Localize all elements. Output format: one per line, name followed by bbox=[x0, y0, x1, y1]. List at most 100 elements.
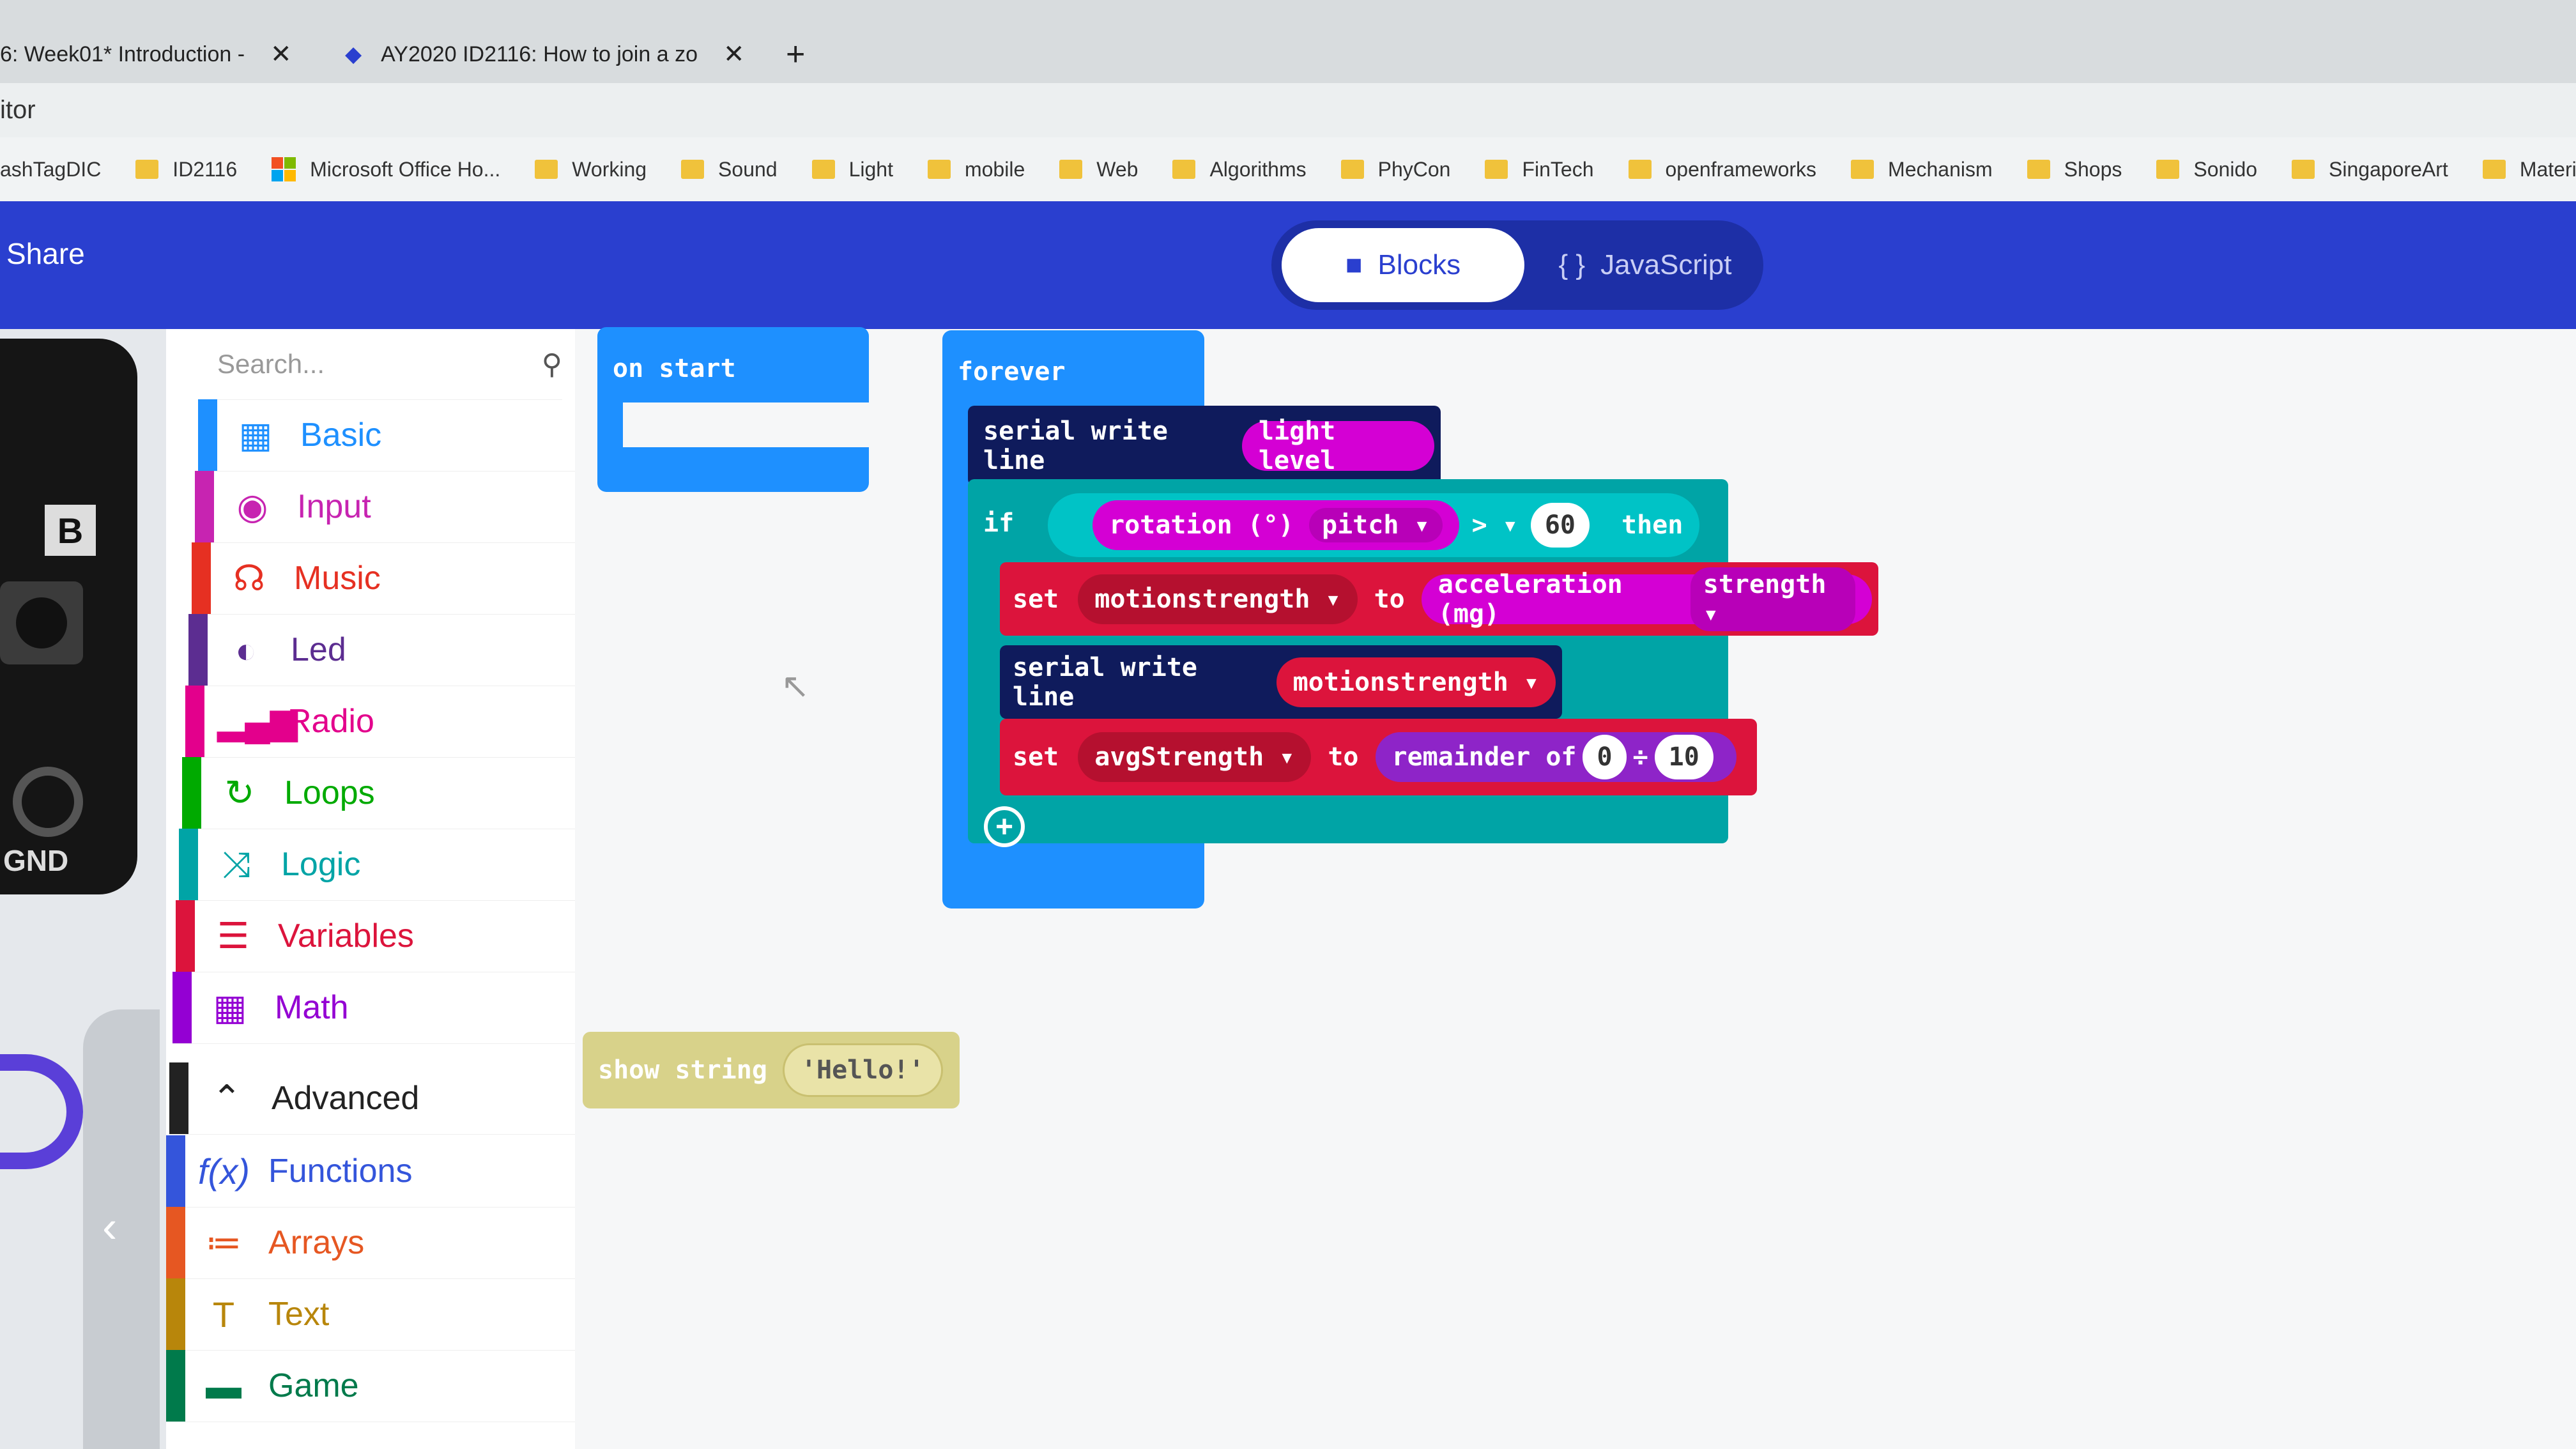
braces-icon: { } bbox=[1558, 249, 1586, 280]
javascript-label: JavaScript bbox=[1600, 249, 1732, 280]
serial-write-line-block[interactable]: serial write line light level bbox=[968, 406, 1441, 486]
acceleration-reporter[interactable]: acceleration (mg) strength ▾ bbox=[1421, 567, 1872, 631]
edge-logo-icon: ◆ bbox=[345, 42, 362, 66]
category-input[interactable]: ◉ Input bbox=[195, 471, 575, 543]
bookmark-item[interactable]: PhyCon bbox=[1340, 158, 1450, 181]
category-math[interactable]: ▦ Math bbox=[172, 972, 575, 1044]
share-button[interactable]: Share bbox=[6, 236, 85, 271]
light-level-reporter[interactable]: light level bbox=[1241, 417, 1434, 475]
new-tab-button[interactable]: + bbox=[786, 26, 805, 83]
dividend-value[interactable]: 0 bbox=[1583, 735, 1627, 779]
gnd-label: GND bbox=[3, 844, 69, 877]
folder-icon bbox=[135, 160, 159, 179]
bookmark-item[interactable]: Light bbox=[811, 158, 893, 181]
category-basic[interactable]: ▦ Basic bbox=[198, 399, 575, 471]
bookmark-item[interactable]: Material bbox=[2482, 158, 2576, 181]
shuffle-icon: ⤨ bbox=[222, 843, 251, 884]
advanced-toggle[interactable]: ⌃ Advanced bbox=[169, 1062, 575, 1135]
compare-dropdown[interactable]: > ▾ bbox=[1472, 510, 1518, 540]
button-b[interactable] bbox=[0, 581, 83, 664]
tab-title: AY2020 ID2116: How to join a zo bbox=[381, 42, 698, 66]
toolbox: Search... ⚲ ▦ Basic ◉ Input ☊ Music ◐ Le… bbox=[166, 329, 575, 1449]
address-text: itor bbox=[0, 96, 36, 124]
collapse-simulator-tab[interactable]: ‹ bbox=[83, 1009, 160, 1449]
category-radio[interactable]: ▂▄▆ Radio bbox=[185, 686, 575, 758]
divisor-value[interactable]: 10 bbox=[1654, 735, 1713, 779]
bookmark-item[interactable]: Sound bbox=[681, 158, 778, 181]
refresh-icon: ↻ bbox=[224, 772, 255, 813]
search-box[interactable]: Search... ⚲ bbox=[217, 329, 562, 400]
editor-header: Share ■ Blocks { } JavaScript bbox=[0, 201, 2576, 329]
editor-mode-toggle: ■ Blocks { } JavaScript bbox=[1271, 220, 1763, 310]
category-loops[interactable]: ↻ Loops bbox=[182, 757, 575, 829]
browser-tab-bar: 6: Week01* Introduction - ✕ ◆ AY2020 ID2… bbox=[0, 0, 2576, 83]
string-literal[interactable]: ' Hello! ' bbox=[782, 1043, 943, 1097]
pin-gnd[interactable] bbox=[13, 767, 83, 837]
rotation-reporter[interactable]: rotation (°) pitch ▾ bbox=[1092, 500, 1459, 550]
microsoft-logo-icon bbox=[272, 157, 296, 181]
folder-icon bbox=[2156, 160, 2180, 179]
folder-icon bbox=[811, 160, 835, 179]
bookmark-item[interactable]: SingaporeArt bbox=[2292, 158, 2448, 181]
bookmark-item[interactable]: openframeworks bbox=[1628, 158, 1816, 181]
bookmark-item[interactable]: Microsoft Office Ho... bbox=[272, 157, 500, 181]
chevron-up-icon: ⌃ bbox=[211, 1078, 242, 1118]
on-start-slot bbox=[623, 402, 869, 447]
javascript-button[interactable]: { } JavaScript bbox=[1540, 228, 1751, 302]
serial-write-line-block[interactable]: serial write line motionstrength ▾ bbox=[1000, 645, 1562, 719]
browser-tab-1[interactable]: 6: Week01* Introduction - ✕ bbox=[0, 26, 319, 83]
strength-dropdown[interactable]: strength ▾ bbox=[1690, 567, 1855, 631]
show-string-block[interactable]: show string ' Hello! ' bbox=[583, 1032, 960, 1108]
button-b-label: B bbox=[45, 505, 96, 556]
target-icon: ◉ bbox=[236, 486, 268, 526]
variable-dropdown[interactable]: avgStrength ▾ bbox=[1078, 732, 1312, 782]
bookmark-item[interactable]: Algorithms bbox=[1172, 158, 1307, 181]
headphones-icon: ☊ bbox=[233, 558, 265, 598]
category-functions[interactable]: f(x) Functions bbox=[166, 1135, 575, 1208]
category-music[interactable]: ☊ Music bbox=[192, 542, 575, 615]
folder-icon bbox=[927, 160, 951, 179]
remainder-reporter[interactable]: remainder of 0 ÷ 10 bbox=[1375, 732, 1736, 782]
bookmark-item[interactable]: Sonido bbox=[2156, 158, 2257, 181]
bookmark-item[interactable]: ID2116 bbox=[135, 158, 237, 181]
function-icon: f(x) bbox=[198, 1151, 250, 1192]
variable-reporter[interactable]: motionstrength ▾ bbox=[1276, 657, 1556, 707]
chevron-left-icon: ‹ bbox=[102, 1202, 118, 1252]
bookmark-item[interactable]: ashTagDIC bbox=[0, 158, 101, 181]
bookmark-item[interactable]: Mechanism bbox=[1851, 158, 1993, 181]
close-icon[interactable]: ✕ bbox=[270, 40, 292, 69]
category-logic[interactable]: ⤨ Logic bbox=[179, 829, 575, 901]
set-avgstrength-block[interactable]: set avgStrength ▾ to remainder of 0 ÷ 10 bbox=[1000, 719, 1757, 795]
bookmarks-bar: ashTagDIC ID2116 Microsoft Office Ho... … bbox=[0, 137, 2576, 201]
bookmark-item[interactable]: FinTech bbox=[1485, 158, 1594, 181]
category-game[interactable]: ▬ Game bbox=[166, 1350, 575, 1422]
microbit-simulator[interactable]: B GND bbox=[0, 339, 137, 894]
close-icon[interactable]: ✕ bbox=[723, 40, 745, 69]
folder-icon bbox=[2292, 160, 2315, 179]
browser-tab-2[interactable]: ◆ AY2020 ID2116: How to join a zo ✕ bbox=[345, 26, 754, 83]
share-label: Share bbox=[6, 237, 85, 270]
bookmark-item[interactable]: Working bbox=[535, 158, 647, 181]
variable-dropdown[interactable]: motionstrength ▾ bbox=[1078, 574, 1358, 624]
bookmark-item[interactable]: mobile bbox=[927, 158, 1025, 181]
pitch-dropdown[interactable]: pitch ▾ bbox=[1308, 508, 1443, 542]
folder-icon bbox=[1851, 160, 1874, 179]
category-led[interactable]: ◐ Led bbox=[188, 614, 575, 686]
if-condition[interactable]: rotation (°) pitch ▾ > ▾ 60 then bbox=[1048, 493, 1699, 557]
folder-icon bbox=[2482, 160, 2506, 179]
set-motionstrength-block[interactable]: set motionstrength ▾ to acceleration (mg… bbox=[1000, 562, 1878, 636]
search-input[interactable]: Search... bbox=[217, 349, 325, 379]
compare-value[interactable]: 60 bbox=[1530, 503, 1590, 548]
category-variables[interactable]: ☰ Variables bbox=[176, 900, 575, 972]
bookmark-item[interactable]: Shops bbox=[2027, 158, 2122, 181]
puzzle-icon: ■ bbox=[1345, 249, 1363, 280]
cursor-icon: ↖ bbox=[781, 667, 810, 705]
add-else-icon[interactable]: + bbox=[984, 806, 1025, 847]
bookmark-item[interactable]: Web bbox=[1059, 158, 1138, 181]
array-icon: ≔ bbox=[206, 1222, 241, 1262]
blocks-button[interactable]: ■ Blocks bbox=[1282, 228, 1524, 302]
search-icon[interactable]: ⚲ bbox=[542, 348, 562, 381]
category-arrays[interactable]: ≔ Arrays bbox=[166, 1207, 575, 1279]
address-bar[interactable]: itor bbox=[0, 83, 2576, 137]
category-text[interactable]: T Text bbox=[166, 1278, 575, 1351]
